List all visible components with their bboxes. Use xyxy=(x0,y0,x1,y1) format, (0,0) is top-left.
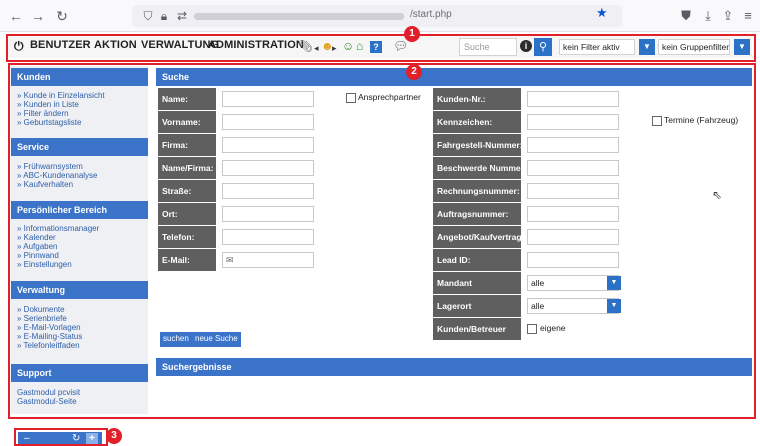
annotation-box-3 xyxy=(14,428,108,446)
screen: ← → ↻ ⛉ 🔒︎ ⇄ /start.php ★ ⛊ ⤓ ⇪ ≡ ⏻ BENU… xyxy=(0,0,760,446)
pocket-icon[interactable]: ⛊ xyxy=(676,6,696,26)
annotation-badge-3: 3 xyxy=(106,428,122,444)
url-redacted xyxy=(194,13,404,20)
annotation-badge-1: 1 xyxy=(404,26,420,42)
share-icon[interactable]: ⇪ xyxy=(718,6,738,26)
annotation-box-1 xyxy=(6,34,756,62)
reload-icon[interactable]: ↻ xyxy=(52,6,72,26)
bookmark-star-icon[interactable]: ★ xyxy=(596,6,608,20)
address-bar[interactable]: ⛉ 🔒︎ ⇄ /start.php xyxy=(132,5,622,27)
permissions-icon[interactable]: ⇄ xyxy=(174,7,190,25)
annotation-box-2 xyxy=(8,63,756,419)
download-icon[interactable]: ⤓ xyxy=(698,6,718,26)
menu-hamburger-icon[interactable]: ≡ xyxy=(738,6,758,26)
browser-toolbar: ← → ↻ ⛉ 🔒︎ ⇄ /start.php ★ ⛊ ⤓ ⇪ ≡ xyxy=(0,0,760,32)
back-arrow-icon[interactable]: ← xyxy=(6,6,26,26)
url-text: /start.php xyxy=(410,9,452,20)
forward-arrow-icon[interactable]: → xyxy=(28,6,48,26)
shield-icon[interactable]: ⛉ xyxy=(140,7,156,25)
annotation-badge-2: 2 xyxy=(406,64,422,80)
lock-icon[interactable]: 🔒︎ xyxy=(156,7,172,25)
